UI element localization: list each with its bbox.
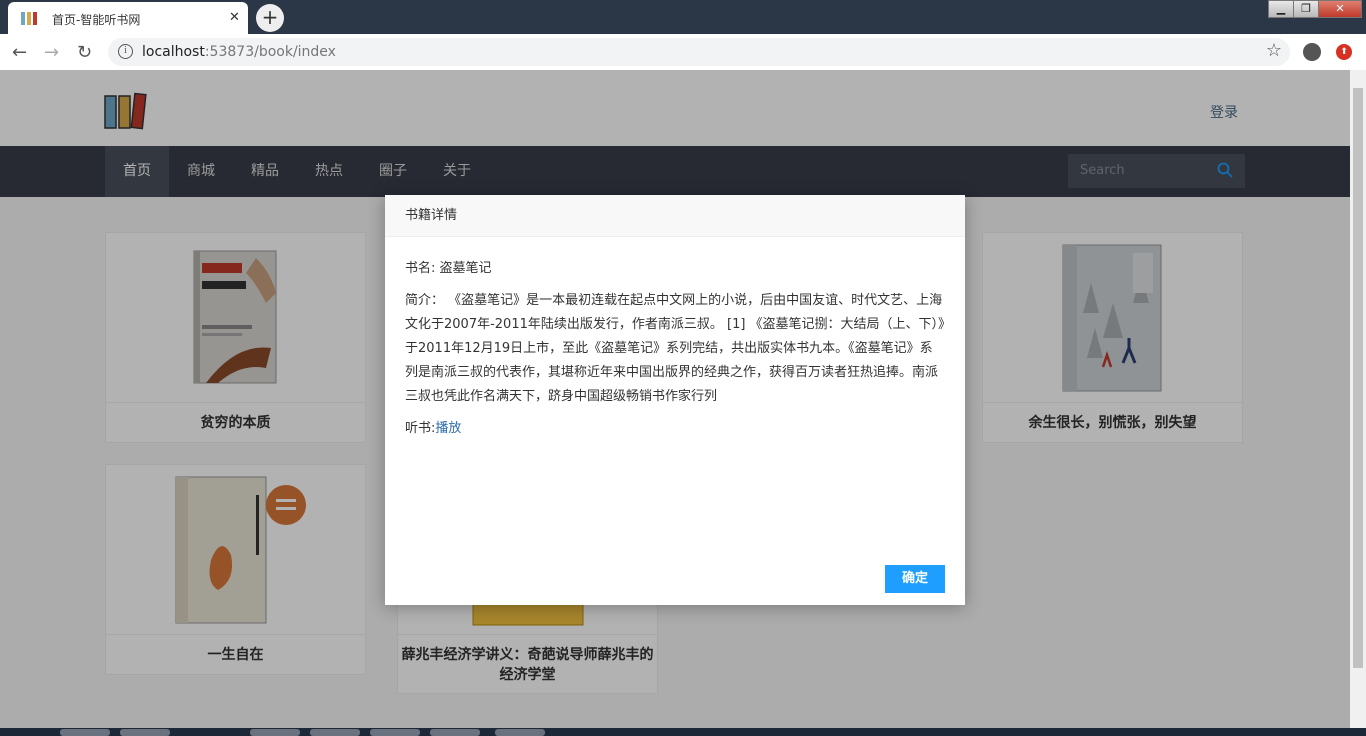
browser-titlebar: 首页-智能听书网 ✕ + ▁ ❐ ✕ [0,0,1366,34]
taskbar-button[interactable] [250,729,300,736]
window-controls: ▁ ❐ ✕ [1268,0,1362,18]
book-intro: 简介： 《盗墓笔记》是一本最初连载在起点中文网上的小说，后由中国友谊、时代文艺、… [405,293,945,404]
forward-arrow-icon[interactable]: → [44,42,59,63]
url-path: :53873/book/index [204,44,336,60]
tab-title: 首页-智能听书网 [52,13,141,27]
listen-row: 听书:播放 [405,417,945,441]
book-detail-dialog: 书籍详情 书名: 盗墓笔记 简介： 《盗墓笔记》是一本最初连载在起点中文网上的小… [385,195,965,605]
browser-toolbar: ← → ↻ i localhost:53873/book/index ☆ ⬆ [0,34,1366,70]
books-favicon-icon [21,12,37,25]
tab-close-icon[interactable]: ✕ [229,10,240,25]
taskbar [0,728,1366,736]
account-icon[interactable] [1303,43,1321,61]
address-bar[interactable]: i localhost:53873/book/index ☆ [108,38,1290,66]
confirm-button[interactable]: 确定 [885,565,945,593]
minimize-button[interactable]: ▁ [1268,0,1294,18]
maximize-button[interactable]: ❐ [1293,0,1319,18]
listen-label: 听书: [405,421,436,436]
browser-tab[interactable]: 首页-智能听书网 ✕ [8,2,248,34]
dialog-body: 书名: 盗墓笔记 简介： 《盗墓笔记》是一本最初连载在起点中文网上的小说，后由中… [385,237,965,469]
taskbar-button[interactable] [370,729,420,736]
taskbar-button[interactable] [495,729,545,736]
reload-icon[interactable]: ↻ [77,42,92,63]
taskbar-button[interactable] [310,729,360,736]
taskbar-button[interactable] [60,729,110,736]
taskbar-button[interactable] [120,729,170,736]
bookmark-star-icon[interactable]: ☆ [1266,40,1282,61]
url-text: localhost:53873/book/index [142,44,336,60]
info-icon[interactable]: i [118,44,133,59]
new-tab-button[interactable]: + [256,4,284,32]
extension-icon[interactable]: ⬆ [1336,44,1352,60]
web-page: 登录 首页 商城 精品 热点 圈子 关于 Search 贫穷的本质 余生很长，别… [0,70,1350,728]
close-window-button[interactable]: ✕ [1318,0,1362,18]
scrollbar-thumb[interactable] [1353,88,1363,668]
dialog-title: 书籍详情 [385,195,965,237]
book-name: 书名: 盗墓笔记 [405,261,492,276]
play-link[interactable]: 播放 [435,421,461,436]
url-host: localhost [142,44,205,60]
taskbar-button[interactable] [430,729,480,736]
back-arrow-icon[interactable]: ← [12,42,27,63]
page-scrollbar[interactable] [1350,70,1366,728]
